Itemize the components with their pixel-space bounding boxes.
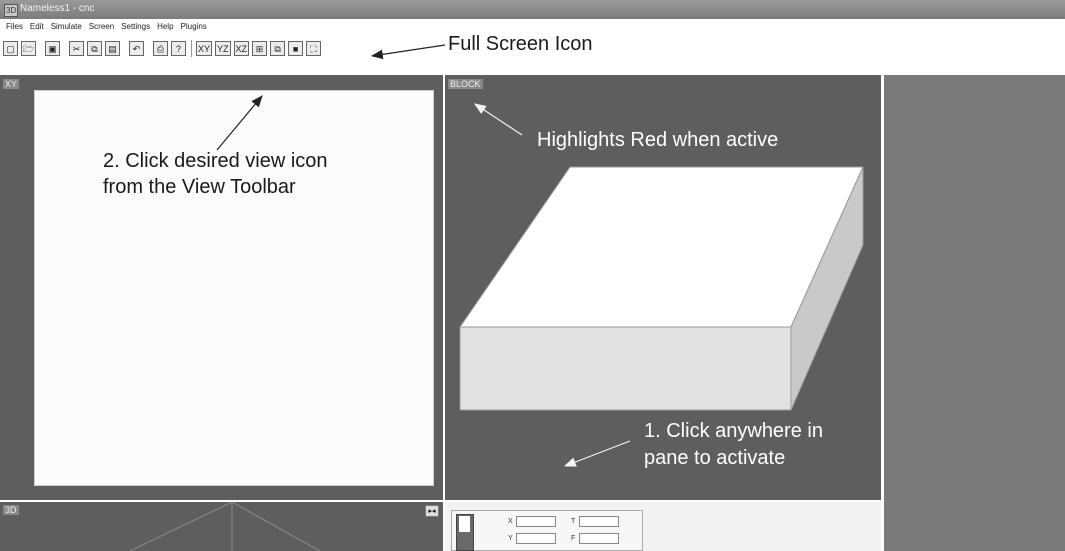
menu-plugins[interactable]: Plugins <box>181 22 207 36</box>
right-side-pane <box>884 75 1065 551</box>
menu-settings[interactable]: Settings <box>121 22 150 36</box>
coord-t-label: T <box>571 518 576 525</box>
menu-edit[interactable]: Edit <box>30 22 44 36</box>
3d-pane-label: 3D <box>3 505 19 515</box>
annotation-click-pane-line2: pane to activate <box>644 447 786 469</box>
menu-help[interactable]: Help <box>157 22 173 36</box>
coord-y-field <box>516 533 556 544</box>
help-icon[interactable]: ? <box>171 40 186 56</box>
xy-pane-label: XY <box>3 79 20 89</box>
coord-f-label: F <box>571 535 576 542</box>
title-bar <box>0 0 1065 19</box>
coord-f-field <box>579 533 619 544</box>
3d-axes-lines <box>129 502 321 551</box>
block-front-face <box>459 326 792 411</box>
save-icon[interactable]: ▣ <box>45 40 60 56</box>
annotation-click-view-line2: from the View Toolbar <box>103 176 296 198</box>
menu-screen[interactable]: Screen <box>89 22 114 36</box>
open-folder-icon[interactable]: 🗁 <box>21 40 36 56</box>
copy-icon[interactable]: ⧉ <box>87 40 102 56</box>
pane-split-button[interactable]: ▸◂ <box>425 505 439 517</box>
annotation-full-screen: Full Screen Icon <box>448 33 593 55</box>
app-icon: 3D <box>4 4 18 17</box>
annotation-click-pane-line1: 1. Click anywhere in <box>644 420 823 442</box>
menu-files[interactable]: Files <box>6 22 23 36</box>
coord-y-label: Y <box>508 535 513 542</box>
iso-view-icon[interactable]: ⊞ <box>252 40 268 56</box>
coord-x-field <box>516 516 556 527</box>
menu-bar: Files Edit Simulate Screen Settings Help… <box>0 22 207 36</box>
coord-t-field <box>579 516 619 527</box>
toolbar-separator <box>191 39 192 57</box>
arrow-to-full-screen-icon <box>370 44 446 60</box>
menu-simulate[interactable]: Simulate <box>51 22 82 36</box>
solid-view-icon[interactable]: ■ <box>288 40 304 56</box>
3d-view-pane[interactable] <box>0 502 443 551</box>
undo-icon[interactable]: ↶ <box>129 40 144 56</box>
view-xy-button[interactable]: XY <box>196 40 213 56</box>
cut-icon[interactable]: ✂ <box>69 40 84 56</box>
annotation-click-view-line1: 2. Click desired view icon <box>103 150 328 172</box>
view-xz-button[interactable]: XZ <box>233 40 250 56</box>
speed-slider-thumb[interactable] <box>459 516 470 532</box>
print-icon[interactable]: ⎙ <box>153 40 168 56</box>
coord-x-label: X <box>508 518 513 525</box>
wireframe-view-icon[interactable]: ⧉ <box>270 40 286 56</box>
paste-icon[interactable]: ▤ <box>105 40 120 56</box>
view-yz-button[interactable]: YZ <box>215 40 231 56</box>
window-title: Nameless1 - cnc <box>20 3 95 14</box>
new-file-icon[interactable]: ▢ <box>3 40 18 56</box>
full-screen-icon[interactable]: ⛶ <box>306 40 322 56</box>
toolbar: ▢ 🗁 ▣ ✂ ⧉ ▤ ↶ ⎙ ? XY YZ XZ ⊞ ⧉ ■ ⛶ <box>3 38 324 58</box>
annotation-highlight-red: Highlights Red when active <box>537 129 779 151</box>
